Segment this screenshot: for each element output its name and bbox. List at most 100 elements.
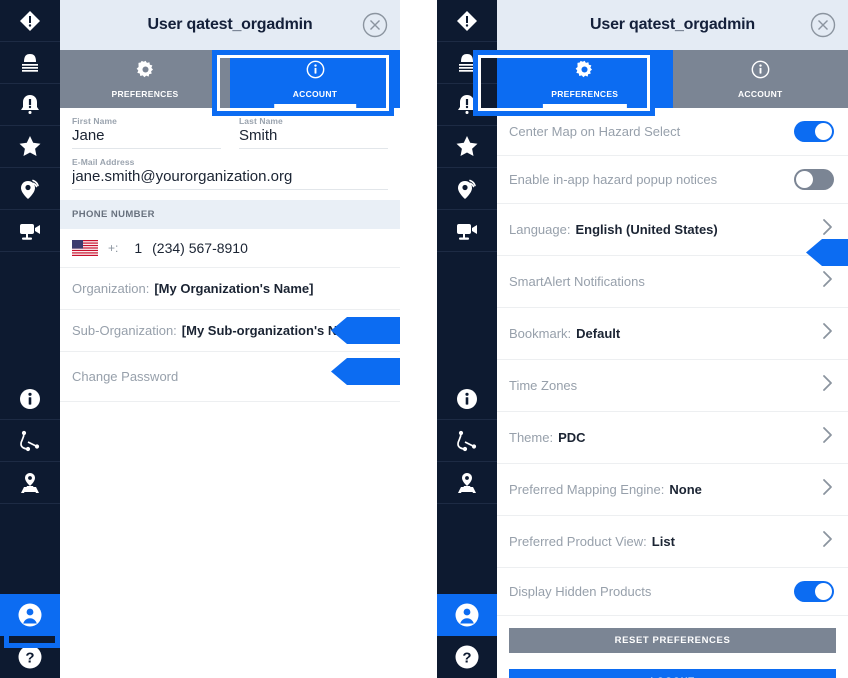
sidebar-item-smartalert[interactable]: [0, 168, 60, 210]
route-network-icon: [455, 430, 479, 452]
last-name-field[interactable]: Last Name Smith: [239, 116, 388, 149]
pref-label: SmartAlert Notifications: [509, 274, 645, 289]
right-panel-header: User qatest_orgadmin: [497, 0, 848, 50]
toggle-knob: [796, 171, 813, 188]
email-row: E-Mail Address jane.smith@yourorganizati…: [60, 149, 400, 190]
tab-account[interactable]: ACCOUNT: [230, 50, 400, 108]
sidebar-item-hazard[interactable]: [437, 0, 497, 42]
chevron-right-icon: [821, 321, 834, 346]
info-circle-icon: [455, 387, 479, 411]
tab-preferences[interactable]: PREFERENCES: [60, 50, 230, 108]
toggle-popup-notices[interactable]: [794, 169, 834, 190]
toggle-hidden-products[interactable]: [794, 581, 834, 602]
close-circle-icon[interactable]: [810, 12, 836, 38]
toggle-knob: [815, 583, 832, 600]
sidebar-item-layers[interactable]: [437, 42, 497, 84]
question-circle-icon: ?: [454, 644, 480, 670]
chevron-right-icon: [373, 364, 386, 389]
sidebar-item-layers[interactable]: [0, 42, 60, 84]
email-value: jane.smith@yourorganization.org: [72, 168, 388, 190]
pref-label: Center Map on Hazard Select: [509, 124, 681, 139]
pref-label: Theme:: [509, 430, 554, 445]
sidebar-item-user[interactable]: [437, 594, 497, 636]
pref-row-center-map[interactable]: Center Map on Hazard Select: [497, 108, 848, 156]
pref-label: Language:: [509, 222, 571, 237]
tab-account-label: ACCOUNT: [292, 88, 338, 99]
pref-row-product-view[interactable]: Preferred Product View: List: [497, 516, 848, 568]
sidebar-item-favorites[interactable]: [437, 126, 497, 168]
sidebar-item-terrain[interactable]: [437, 462, 497, 504]
last-name-value: Smith: [239, 127, 388, 149]
pref-row-popup-notices[interactable]: Enable in-app hazard popup notices: [497, 156, 848, 204]
pref-label: Bookmark:: [509, 326, 572, 341]
pref-label: Time Zones: [509, 378, 578, 393]
reset-preferences-button[interactable]: RESET PREFERENCES: [509, 628, 836, 653]
sidebar-item-alerts[interactable]: [437, 84, 497, 126]
layers-stack-icon: [455, 52, 479, 74]
right-sidebar: ?: [437, 0, 497, 678]
sidebar-item-info[interactable]: [437, 378, 497, 420]
first-name-field[interactable]: First Name Jane: [72, 116, 221, 149]
screenshot-root: ? User qatest_orgadmin PREFERENCES ACCOU…: [0, 0, 848, 678]
phone-number-row[interactable]: +: 1 (234) 567-8910: [60, 229, 400, 268]
sidebar-item-help[interactable]: ?: [437, 636, 497, 678]
sidebar-item-video[interactable]: [0, 210, 60, 252]
gear-icon: [575, 60, 594, 84]
sidebar-gap-top: [0, 252, 60, 378]
preferences-panel-body: Center Map on Hazard Select Enable in-ap…: [497, 108, 848, 678]
toggle-center-map[interactable]: [794, 121, 834, 142]
tab-preferences[interactable]: PREFERENCES: [497, 50, 673, 108]
tab-account[interactable]: ACCOUNT: [673, 50, 848, 108]
sidebar-item-help[interactable]: ?: [0, 636, 60, 678]
email-label: E-Mail Address: [72, 157, 135, 167]
sidebar-item-info[interactable]: [0, 378, 60, 420]
name-fields-row: First Name Jane Last Name Smith: [60, 108, 400, 149]
pref-row-smartalert-notifications[interactable]: SmartAlert Notifications: [497, 256, 848, 308]
svg-text:?: ?: [25, 650, 34, 667]
pref-row-language[interactable]: Language: English (United States): [497, 204, 848, 256]
organization-value: [My Organization's Name]: [154, 281, 314, 296]
pref-row-bookmark[interactable]: Bookmark: Default: [497, 308, 848, 360]
sidebar-item-favorites[interactable]: [0, 126, 60, 168]
info-circle-icon: [18, 387, 42, 411]
left-panel-header: User qatest_orgadmin: [60, 0, 400, 50]
organization-row[interactable]: Organization: [My Organization's Name]: [60, 268, 400, 310]
us-flag-icon: [72, 240, 98, 256]
hazard-diamond-icon: [18, 9, 42, 33]
close-circle-icon[interactable]: [362, 12, 388, 38]
phone-number-value: (234) 567-8910: [152, 240, 248, 256]
pref-row-mapping-engine[interactable]: Preferred Mapping Engine: None: [497, 464, 848, 516]
pref-row-time-zones[interactable]: Time Zones: [497, 360, 848, 412]
star-icon: [18, 135, 42, 158]
phone-plus-label: +:: [108, 241, 119, 255]
last-name-label: Last Name: [239, 116, 283, 126]
hazard-diamond-icon: [455, 9, 479, 33]
pref-row-theme[interactable]: Theme: PDC: [497, 412, 848, 464]
sidebar-item-routes[interactable]: [437, 420, 497, 462]
pref-label: Preferred Mapping Engine:: [509, 482, 665, 497]
pref-label: Enable in-app hazard popup notices: [509, 172, 718, 187]
sub-organization-label: Sub-Organization:: [72, 323, 177, 338]
pref-value: English (United States): [575, 222, 718, 237]
sidebar-item-terrain[interactable]: [0, 462, 60, 504]
page-title: User qatest_orgadmin: [590, 16, 755, 33]
change-password-row[interactable]: Change Password: [60, 352, 400, 402]
logout-button[interactable]: LOGOUT: [509, 669, 836, 678]
chevron-right-icon: [821, 425, 834, 450]
sidebar-item-hazard[interactable]: [0, 0, 60, 42]
pref-row-hidden-products[interactable]: Display Hidden Products: [497, 568, 848, 616]
sub-organization-row[interactable]: Sub-Organization: [My Sub-organization's…: [60, 310, 400, 352]
sidebar-item-smartalert[interactable]: [437, 168, 497, 210]
sidebar-item-routes[interactable]: [0, 420, 60, 462]
sidebar-item-alerts[interactable]: [0, 84, 60, 126]
bell-alert-icon: [456, 93, 478, 117]
sidebar-item-user[interactable]: [0, 594, 60, 636]
sidebar-item-video[interactable]: [437, 210, 497, 252]
pin-on-terrain-icon: [18, 472, 42, 494]
tab-preferences-label: PREFERENCES: [111, 88, 179, 99]
first-name-label: First Name: [72, 116, 117, 126]
left-panel: ? User qatest_orgadmin PREFERENCES ACCOU…: [0, 0, 400, 678]
info-circle-icon: [751, 60, 770, 84]
email-field[interactable]: E-Mail Address jane.smith@yourorganizati…: [72, 157, 388, 190]
bell-alert-icon: [19, 93, 41, 117]
